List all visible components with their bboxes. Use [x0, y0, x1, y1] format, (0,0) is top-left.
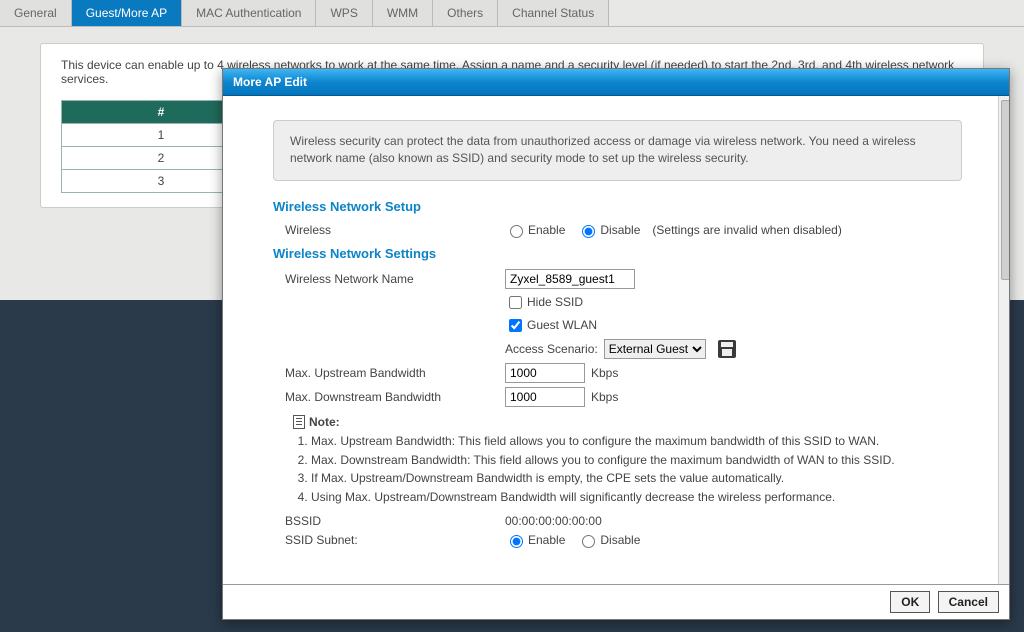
downstream-bandwidth-input[interactable] [505, 387, 585, 407]
tab-wmm[interactable]: WMM [373, 0, 433, 26]
note-icon [293, 415, 305, 429]
note-item: Using Max. Upstream/Downstream Bandwidth… [311, 489, 962, 506]
tab-bar: General Guest/More AP MAC Authentication… [0, 0, 1024, 27]
ssid-subnet-label: SSID Subnet: [273, 533, 505, 547]
up-bw-label: Max. Upstream Bandwidth [273, 366, 505, 380]
cancel-button[interactable]: Cancel [938, 591, 999, 613]
guest-wlan-checkbox[interactable]: Guest WLAN [505, 316, 597, 335]
note-item: If Max. Upstream/Downstream Bandwidth is… [311, 470, 962, 487]
wireless-enable-radio-input[interactable] [510, 225, 523, 238]
upstream-bandwidth-input[interactable] [505, 363, 585, 383]
note-item: Max. Upstream Bandwidth: This field allo… [311, 433, 962, 450]
kbps-label: Kbps [591, 366, 618, 380]
tab-channel-status[interactable]: Channel Status [498, 0, 609, 26]
hide-ssid-checkbox-input[interactable] [509, 296, 522, 309]
tab-wps[interactable]: WPS [316, 0, 372, 26]
access-scenario-label: Access Scenario: [505, 342, 598, 356]
more-ap-edit-modal: More AP Edit Wireless security can prote… [222, 68, 1010, 620]
tab-others[interactable]: Others [433, 0, 498, 26]
section-wireless-setup: Wireless Network Setup [273, 199, 962, 214]
hide-ssid-checkbox[interactable]: Hide SSID [505, 293, 583, 312]
ssid-subnet-enable-radio-input[interactable] [510, 535, 523, 548]
bssid-label: BSSID [273, 514, 505, 528]
modal-footer: OK Cancel [223, 584, 1009, 619]
scrollbar-thumb[interactable] [1001, 100, 1009, 280]
wireless-label: Wireless [273, 223, 505, 237]
guest-wlan-checkbox-input[interactable] [509, 319, 522, 332]
note-block: Note: Max. Upstream Bandwidth: This fiel… [293, 415, 962, 506]
bssid-value: 00:00:00:00:00:00 [505, 514, 602, 528]
help-box: Wireless security can protect the data f… [273, 120, 962, 181]
wireless-disable-radio[interactable]: Disable [577, 222, 640, 238]
save-icon[interactable] [718, 340, 736, 358]
modal-scrollbar[interactable] [998, 96, 1009, 584]
section-wireless-settings: Wireless Network Settings [273, 246, 962, 261]
note-item: Max. Downstream Bandwidth: This field al… [311, 452, 962, 469]
ssid-subnet-enable-radio[interactable]: Enable [505, 532, 565, 548]
disabled-note: (Settings are invalid when disabled) [652, 223, 841, 237]
access-scenario-select[interactable]: External Guest [604, 339, 706, 359]
down-bw-label: Max. Downstream Bandwidth [273, 390, 505, 404]
kbps-label: Kbps [591, 390, 618, 404]
tab-mac-authentication[interactable]: MAC Authentication [182, 0, 316, 26]
ok-button[interactable]: OK [890, 591, 930, 613]
tab-guest-more-ap[interactable]: Guest/More AP [72, 0, 182, 26]
tab-general[interactable]: General [0, 0, 72, 26]
wireless-enable-radio[interactable]: Enable [505, 222, 565, 238]
ssid-subnet-disable-radio[interactable]: Disable [577, 532, 640, 548]
wireless-disable-radio-input[interactable] [582, 225, 595, 238]
wname-label: Wireless Network Name [273, 272, 505, 286]
wireless-name-input[interactable] [505, 269, 635, 289]
ssid-subnet-disable-radio-input[interactable] [582, 535, 595, 548]
modal-title: More AP Edit [223, 69, 1009, 96]
modal-body: Wireless security can protect the data f… [223, 96, 998, 584]
